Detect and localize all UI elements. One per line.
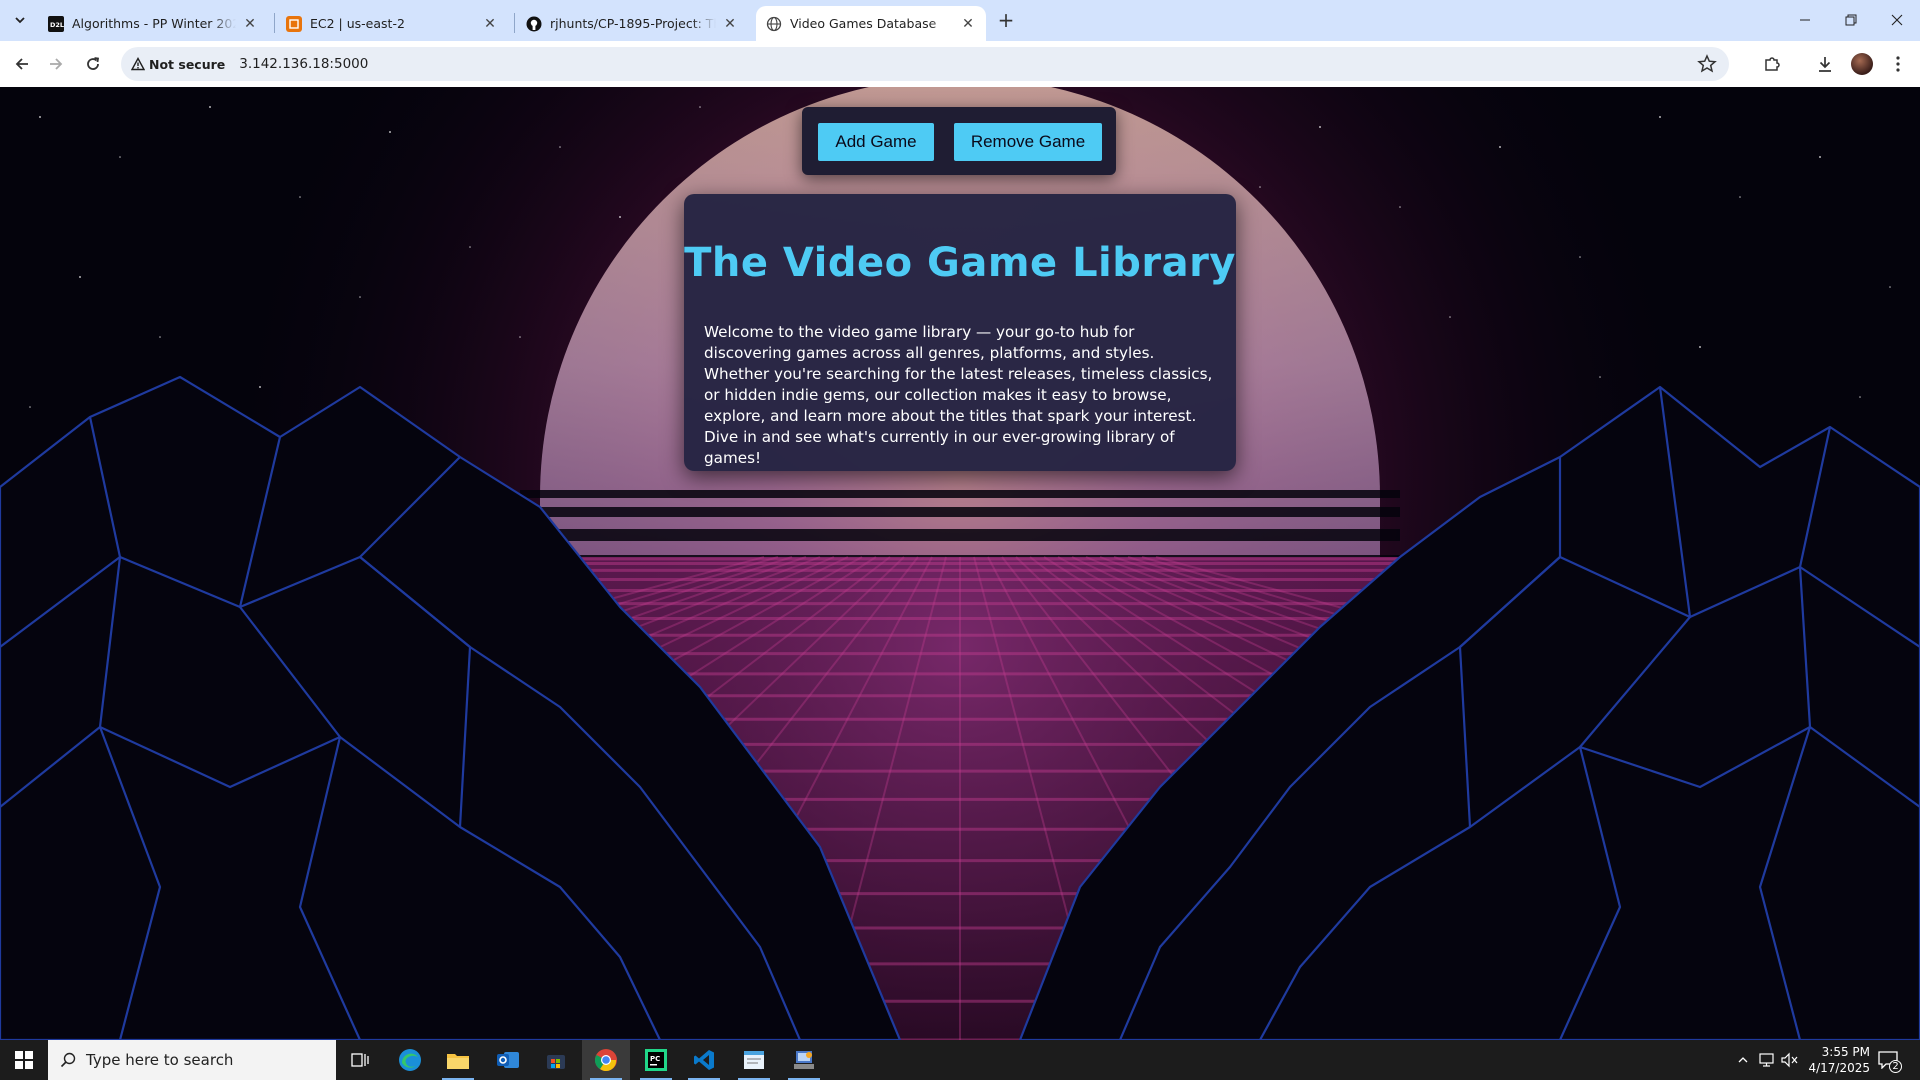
search-placeholder: Type here to search (86, 1051, 234, 1069)
taskbar-vscode[interactable] (680, 1040, 728, 1080)
show-hidden-icons-button[interactable] (1733, 1050, 1753, 1070)
minimize-icon (1800, 19, 1810, 21)
security-chip[interactable]: Not secure (131, 57, 225, 72)
task-view-icon (351, 1053, 369, 1067)
chevron-down-icon (15, 17, 25, 24)
browser-tab-strip: D2L Algorithms - PP Winter 2025 CP ✕ EC2… (0, 0, 1920, 41)
new-tab-button[interactable]: + (994, 8, 1018, 32)
github-icon (526, 16, 542, 32)
windows-taskbar: Type here to search PC 3:55 PM 4/17/2025… (0, 1040, 1920, 1080)
close-icon[interactable]: ✕ (960, 16, 976, 32)
bookmark-star-button[interactable] (1697, 54, 1717, 74)
intro-card: The Video Game Library Welcome to the vi… (684, 194, 1236, 471)
restore-icon (1845, 14, 1857, 26)
aws-icon (286, 15, 302, 32)
back-button[interactable] (8, 50, 36, 78)
more-vertical-icon (1896, 56, 1900, 72)
downloads-button[interactable] (1813, 52, 1837, 76)
taskbar-edge[interactable] (386, 1040, 434, 1080)
chrome-icon (594, 1049, 617, 1072)
network-button[interactable] (1757, 1050, 1777, 1070)
intro-paragraph: Welcome to the video game library — your… (704, 323, 1213, 467)
extensions-button[interactable] (1760, 52, 1784, 76)
tab-divider (274, 13, 275, 33)
tab-video-games-database[interactable]: Video Games Database ✕ (756, 6, 986, 41)
download-icon (1819, 57, 1831, 72)
close-icon[interactable]: ✕ (242, 16, 258, 32)
tab-title: Video Games Database (790, 16, 937, 31)
warning-icon (131, 57, 145, 71)
clock-date: 4/17/2025 (1808, 1061, 1870, 1075)
add-game-button[interactable]: Add Game (818, 123, 934, 161)
taskbar-pycharm[interactable]: PC (632, 1040, 680, 1080)
close-window-button[interactable] (1874, 0, 1920, 40)
notepad-icon (744, 1051, 764, 1069)
tab-title: rjhunts/CP-1895-Project: The pr (550, 16, 716, 31)
url-text[interactable]: 3.142.136.18:5000 (239, 56, 368, 72)
file-explorer-icon (447, 1054, 469, 1069)
forward-button[interactable] (42, 50, 70, 78)
close-icon[interactable]: ✕ (482, 16, 498, 32)
tab-divider (514, 13, 515, 33)
app-icon (794, 1051, 814, 1069)
taskbar-notepad[interactable] (730, 1040, 778, 1080)
tab-ec2[interactable]: EC2 | us-east-2 ✕ (276, 6, 508, 41)
globe-icon (766, 16, 782, 32)
tab-title: Algorithms - PP Winter 2025 CP (72, 16, 236, 31)
close-icon (1891, 14, 1903, 26)
windows-logo-icon (15, 1051, 33, 1069)
avatar (1851, 53, 1873, 75)
start-button[interactable] (0, 1040, 48, 1080)
tab-github[interactable]: rjhunts/CP-1895-Project: The pr ✕ (516, 6, 748, 41)
network-icon (1759, 1053, 1774, 1067)
star-icon (1697, 54, 1717, 73)
clock-time: 3:55 PM (1821, 1045, 1870, 1059)
minimize-button[interactable] (1782, 0, 1828, 40)
taskbar-app[interactable] (780, 1040, 828, 1080)
close-icon[interactable]: ✕ (722, 16, 738, 32)
security-label: Not secure (149, 56, 226, 72)
edge-icon (399, 1049, 421, 1071)
search-icon (60, 1052, 76, 1068)
taskbar-store[interactable] (532, 1040, 580, 1080)
notification-center-button[interactable]: 2 (1876, 1048, 1902, 1073)
tab-search-button[interactable] (8, 8, 32, 32)
profile-button[interactable] (1850, 52, 1874, 76)
address-bar[interactable]: Not secure 3.142.136.18:5000 (121, 47, 1729, 81)
taskbar-chrome[interactable] (582, 1040, 630, 1080)
page-viewport: Add Game Remove Game The Video Game Libr… (0, 87, 1920, 1040)
browser-menu-button[interactable] (1886, 52, 1910, 76)
arrow-right-icon (50, 58, 63, 70)
volume-button[interactable] (1779, 1050, 1799, 1070)
pycharm-icon: PC (645, 1049, 667, 1071)
chevron-up-icon (1738, 1057, 1748, 1063)
tab-algorithms[interactable]: D2L Algorithms - PP Winter 2025 CP ✕ (38, 6, 268, 41)
reload-icon (87, 57, 100, 70)
volume-muted-icon (1781, 1052, 1798, 1068)
tab-title: EC2 | us-east-2 (310, 16, 405, 31)
action-button-bar: Add Game Remove Game (802, 107, 1116, 175)
page-title: The Video Game Library (684, 240, 1236, 286)
taskbar-file-explorer[interactable] (434, 1040, 482, 1080)
svg-text:PC: PC (650, 1055, 660, 1063)
store-icon (547, 1055, 565, 1069)
puzzle-icon (1765, 57, 1780, 71)
d2l-icon: D2L (48, 15, 64, 32)
reload-button[interactable] (79, 50, 107, 78)
browser-toolbar: Not secure 3.142.136.18:5000 (0, 41, 1920, 87)
arrow-left-icon (15, 58, 28, 70)
taskbar-search-box[interactable]: Type here to search (48, 1040, 336, 1080)
remove-game-button[interactable]: Remove Game (954, 123, 1102, 161)
notification-count-badge: 2 (1889, 1060, 1902, 1073)
outlook-icon (497, 1052, 519, 1068)
vscode-icon (694, 1050, 714, 1070)
taskbar-outlook[interactable] (484, 1040, 532, 1080)
svg-text:D2L: D2L (50, 21, 64, 29)
plus-icon: + (997, 8, 1015, 32)
taskbar-clock[interactable]: 3:55 PM 4/17/2025 (1800, 1044, 1870, 1076)
restore-button[interactable] (1828, 0, 1874, 40)
task-view-button[interactable] (336, 1040, 384, 1080)
